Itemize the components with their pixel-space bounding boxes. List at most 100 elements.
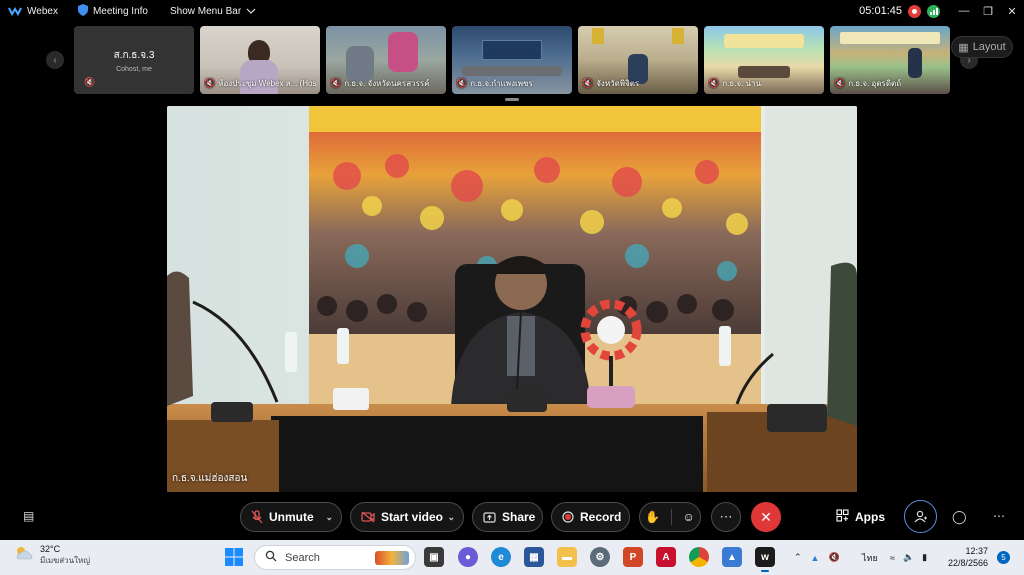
share-label: Share [502,510,536,524]
settings-gear-icon[interactable]: ⚙ [590,547,610,567]
photos-icon[interactable]: ▲ [722,547,742,567]
active-speaker-video[interactable]: ก.ธ.จ.แม่ฮ่องสอน [167,106,857,492]
captions-icon[interactable]: ▤ [23,509,34,523]
layout-icon: ▦ [958,41,969,54]
mic-muted-icon: 🔇 [204,78,216,88]
record-icon [562,511,574,523]
windows-start-icon[interactable] [224,547,244,572]
weather-widget[interactable]: 32°C มีเมฆส่วนใหญ่ [14,544,90,567]
task-view-icon[interactable]: ▣ [424,547,444,567]
participant-name: ส.ก.ธ.จ.3 [113,49,155,61]
reactions-icon[interactable]: ☺ [682,510,694,524]
taskbar-search[interactable]: Search [254,545,416,570]
raise-hand-icon[interactable]: ✋ [645,510,660,524]
language-indicator[interactable]: ไทย [862,540,878,575]
webex-menu[interactable]: Webex [8,6,58,17]
mic-muted-icon: 🔇 [84,77,96,87]
search-highlight-illustration [375,550,409,565]
chat-app-icon[interactable]: ● [458,547,478,567]
stage-resize-handle[interactable] [505,98,519,101]
apps-button[interactable]: Apps [836,502,885,532]
close-icon[interactable]: ✕ [1000,0,1024,22]
apps-label: Apps [855,510,885,524]
mic-muted-icon [251,510,263,524]
participant-thumbnail[interactable]: 🔇 ก.ธ.จ. น่าน [704,26,824,94]
leave-meeting-icon[interactable]: ✕ [751,502,781,532]
participant-name: จังหวัดพิจิตร [596,79,640,88]
cloud-sun-icon [14,545,34,566]
mic-muted-icon: 🔇 [456,78,468,88]
mic-muted-icon: 🔇 [834,78,846,88]
recording-indicator-icon [908,4,921,18]
participants-icon[interactable] [904,500,937,533]
start-video-label: Start video [381,510,444,524]
quick-settings[interactable]: ≈ 🔈 ▮ [890,540,927,575]
title-bar: Webex Meeting Info Show Menu Bar 05:01:4… [0,0,1024,22]
search-placeholder: Search [285,551,320,564]
participant-thumbnail[interactable]: ส.ก.ธ.จ.3 Cohost, me 🔇 [74,26,194,94]
chat-icon[interactable]: ◯ [952,509,967,525]
show-menu-bar-button[interactable]: Show Menu Bar [170,6,256,17]
unmute-button[interactable]: Unmute ⌄ [240,502,342,532]
unmute-label: Unmute [269,510,314,524]
store-icon[interactable]: ▦ [524,547,544,567]
participant-role: Cohost, me [116,65,152,73]
participant-thumbnail[interactable]: 🔇 ก.ธ.จ. จังหวัดนครสวรรค์ [326,26,446,94]
participant-name: ก.ธ.จ. อุตรดิตถ์ [848,79,902,88]
layout-label: Layout [972,41,1006,53]
participant-thumbnail[interactable]: 🔇 จังหวัดพิจิตร [578,26,698,94]
active-speaker-name: ก.ธ.จ.แม่ฮ่องสอน [172,473,248,484]
pdf-reader-icon[interactable]: A [656,547,676,567]
record-button[interactable]: Record [551,502,630,532]
file-explorer-icon[interactable]: ▬ [557,547,577,567]
reactions-group: ✋ ☺ [639,502,701,532]
participant-thumbnail[interactable]: 🔇 ห้องประชุม Webex ส... (Host) [200,26,320,94]
edge-browser-icon[interactable]: e [491,547,511,567]
mic-muted-icon: 🔇 [708,78,720,88]
battery-icon: ▮ [922,552,928,562]
wifi-icon: ≈ [890,552,895,563]
os-taskbar: 32°C มีเมฆส่วนใหญ่ Search ▣ ● e ▦ ▬ ⚙ P … [0,540,1024,575]
restore-icon[interactable]: ❐ [976,0,1000,22]
search-icon [265,550,277,565]
layout-button[interactable]: ▦ Layout [951,36,1013,58]
start-video-button[interactable]: Start video ⌄ [350,502,464,532]
webex-logo-icon [8,6,22,16]
chevron-down-icon[interactable]: ⌄ [325,512,333,523]
chevron-up-icon[interactable]: ⌃ [794,552,802,563]
clock-time: 12:37 [965,546,988,556]
meeting-controls: ▤ Unmute ⌄ Start video ⌄ Share Record ✋ … [0,500,1024,533]
strip-prev-icon[interactable]: ‹ [46,51,64,69]
language-label: ไทย [862,552,878,563]
webex-taskbar-icon[interactable]: w [755,547,775,572]
share-button[interactable]: Share [472,502,543,532]
show-menu-bar-label: Show Menu Bar [170,5,242,17]
participant-thumbnail[interactable]: 🔇 ก.ธ.จ.กำแพงเพชร [452,26,572,94]
network-signal-icon[interactable] [927,4,940,18]
more-options-icon[interactable]: ⋯ [711,502,741,532]
taskbar-clock[interactable]: 12:37 22/8/2566 [948,545,988,569]
shield-tray-icon[interactable]: ▲ [811,553,820,563]
meeting-info-button[interactable]: Meeting Info [77,3,148,19]
speaker-muted-icon: 🔈 [902,552,915,562]
participant-name: ก.ธ.จ. จังหวัดนครสวรรค์ [344,79,430,88]
record-label: Record [580,510,622,524]
minimize-icon[interactable]: — [952,0,976,22]
speaker-video-frame [167,106,857,492]
more-panels-icon[interactable]: ⋯ [993,509,1005,523]
weather-text: มีเมฆส่วนใหญ่ [40,556,91,565]
participant-name: ห้องประชุม Webex ส... (Host) [218,79,316,88]
powerpoint-icon[interactable]: P [623,547,643,567]
system-tray: ⌃ ▲ 🔇 [794,540,840,575]
mic-muted-tray-icon[interactable]: 🔇 [828,552,839,563]
chevron-down-icon[interactable]: ⌄ [447,512,455,523]
chrome-browser-icon[interactable] [689,547,709,567]
notification-badge[interactable]: 5 [997,551,1010,564]
participant-thumbnail[interactable]: 🔇 ก.ธ.จ. อุตรดิตถ์ [830,26,950,94]
app-name: Webex [27,5,58,17]
participant-name: ก.ธ.จ.กำแพงเพชร [470,79,533,88]
meeting-info-label: Meeting Info [92,5,148,17]
temperature: 32°C [40,544,61,554]
mic-muted-icon: 🔇 [330,78,342,88]
participant-name: ก.ธ.จ. น่าน [722,79,761,88]
